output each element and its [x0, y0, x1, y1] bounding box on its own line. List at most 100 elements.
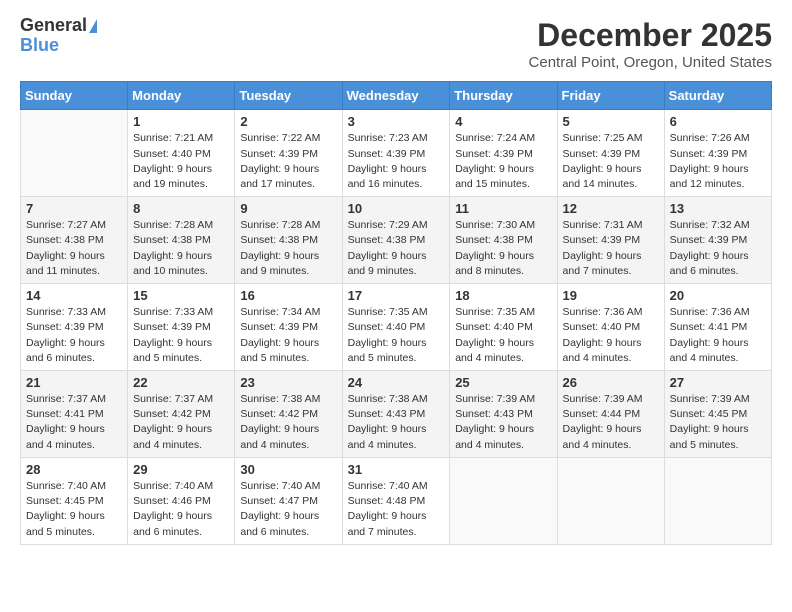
- weekday-header-row: SundayMondayTuesdayWednesdayThursdayFrid…: [21, 82, 772, 110]
- day-number: 7: [26, 201, 122, 216]
- calendar-cell: 15 Sunrise: 7:33 AM Sunset: 4:39 PM Dayli…: [128, 284, 235, 371]
- calendar-cell: 20 Sunrise: 7:36 AM Sunset: 4:41 PM Dayli…: [664, 284, 771, 371]
- day-info: Sunrise: 7:39 AM Sunset: 4:44 PM Dayligh…: [563, 392, 659, 453]
- calendar-cell: 9Sunrise: 7:28 AM Sunset: 4:38 PM Daylig…: [235, 197, 342, 284]
- calendar-cell: 19Sunrise: 7:36 AM Sunset: 4:40 PM Dayli…: [557, 284, 664, 371]
- day-number: 9: [240, 201, 336, 216]
- title-area: December 2025 Central Point, Oregon, Uni…: [529, 16, 772, 71]
- day-info: Sunrise: 7:28 AM Sunset: 4:38 PM Dayligh…: [133, 218, 229, 279]
- day-number: 23: [240, 375, 336, 390]
- logo-general-text: General: [20, 16, 87, 36]
- day-info: Sunrise: 7:38 AM Sunset: 4:43 PM Dayligh…: [348, 392, 445, 453]
- calendar-cell: 3 Sunrise: 7:23 AM Sunset: 4:39 PM Daylig…: [342, 110, 450, 197]
- day-info: Sunrise: 7:22 AM Sunset: 4:39 PM Dayligh…: [240, 131, 336, 192]
- day-info: Sunrise: 7:40 AM Sunset: 4:45 PM Dayligh…: [26, 479, 122, 540]
- day-info: Sunrise: 7:23 AM Sunset: 4:39 PM Dayligh…: [348, 131, 445, 192]
- day-number: 17: [348, 288, 445, 303]
- calendar-cell: 13 Sunrise: 7:32 AM Sunset: 4:39 PM Dayli…: [664, 197, 771, 284]
- calendar-cell: [450, 457, 557, 544]
- day-number: 5: [563, 114, 659, 129]
- day-number: 2: [240, 114, 336, 129]
- day-info: Sunrise: 7:35 AM Sunset: 4:40 PM Dayligh…: [348, 305, 445, 366]
- calendar-cell: 25 Sunrise: 7:39 AM Sunset: 4:43 PM Dayli…: [450, 371, 557, 458]
- calendar-cell: 31 Sunrise: 7:40 AM Sunset: 4:48 PM Dayli…: [342, 457, 450, 544]
- day-info: Sunrise: 7:32 AM Sunset: 4:39 PM Dayligh…: [670, 218, 766, 279]
- calendar-cell: 4 Sunrise: 7:24 AM Sunset: 4:39 PM Daylig…: [450, 110, 557, 197]
- calendar-week-row: 1 Sunrise: 7:21 AM Sunset: 4:40 PM Daylig…: [21, 110, 772, 197]
- day-info: Sunrise: 7:37 AM Sunset: 4:41 PM Dayligh…: [26, 392, 122, 453]
- calendar-week-row: 7 Sunrise: 7:27 AM Sunset: 4:38 PM Daylig…: [21, 197, 772, 284]
- day-number: 16: [240, 288, 336, 303]
- calendar-cell: 27 Sunrise: 7:39 AM Sunset: 4:45 PM Dayli…: [664, 371, 771, 458]
- calendar-cell: 2 Sunrise: 7:22 AM Sunset: 4:39 PM Daylig…: [235, 110, 342, 197]
- day-number: 31: [348, 462, 445, 477]
- weekday-header-saturday: Saturday: [664, 82, 771, 110]
- day-info: Sunrise: 7:36 AM Sunset: 4:40 PM Dayligh…: [563, 305, 659, 366]
- calendar-cell: 22 Sunrise: 7:37 AM Sunset: 4:42 PM Dayli…: [128, 371, 235, 458]
- day-number: 13: [670, 201, 766, 216]
- calendar-cell: 6 Sunrise: 7:26 AM Sunset: 4:39 PM Daylig…: [664, 110, 771, 197]
- day-number: 1: [133, 114, 229, 129]
- day-number: 20: [670, 288, 766, 303]
- weekday-header-sunday: Sunday: [21, 82, 128, 110]
- calendar-cell: 29Sunrise: 7:40 AM Sunset: 4:46 PM Dayli…: [128, 457, 235, 544]
- day-number: 26: [563, 375, 659, 390]
- day-info: Sunrise: 7:26 AM Sunset: 4:39 PM Dayligh…: [670, 131, 766, 192]
- month-title: December 2025: [529, 16, 772, 54]
- day-number: 21: [26, 375, 122, 390]
- calendar-cell: 12Sunrise: 7:31 AM Sunset: 4:39 PM Dayli…: [557, 197, 664, 284]
- calendar-cell: 14 Sunrise: 7:33 AM Sunset: 4:39 PM Dayli…: [21, 284, 128, 371]
- day-number: 10: [348, 201, 445, 216]
- day-number: 22: [133, 375, 229, 390]
- day-number: 6: [670, 114, 766, 129]
- day-info: Sunrise: 7:37 AM Sunset: 4:42 PM Dayligh…: [133, 392, 229, 453]
- day-info: Sunrise: 7:40 AM Sunset: 4:48 PM Dayligh…: [348, 479, 445, 540]
- weekday-header-tuesday: Tuesday: [235, 82, 342, 110]
- calendar-cell: 10 Sunrise: 7:29 AM Sunset: 4:38 PM Dayli…: [342, 197, 450, 284]
- day-info: Sunrise: 7:38 AM Sunset: 4:42 PM Dayligh…: [240, 392, 336, 453]
- day-info: Sunrise: 7:29 AM Sunset: 4:38 PM Dayligh…: [348, 218, 445, 279]
- day-info: Sunrise: 7:21 AM Sunset: 4:40 PM Dayligh…: [133, 131, 229, 192]
- location-title: Central Point, Oregon, United States: [529, 54, 772, 71]
- page-header: General Blue December 2025 Central Point…: [20, 16, 772, 71]
- day-number: 15: [133, 288, 229, 303]
- calendar-cell: 5Sunrise: 7:25 AM Sunset: 4:39 PM Daylig…: [557, 110, 664, 197]
- calendar-cell: [557, 457, 664, 544]
- weekday-header-friday: Friday: [557, 82, 664, 110]
- day-number: 27: [670, 375, 766, 390]
- calendar-cell: 30Sunrise: 7:40 AM Sunset: 4:47 PM Dayli…: [235, 457, 342, 544]
- day-info: Sunrise: 7:31 AM Sunset: 4:39 PM Dayligh…: [563, 218, 659, 279]
- day-info: Sunrise: 7:30 AM Sunset: 4:38 PM Dayligh…: [455, 218, 551, 279]
- day-number: 28: [26, 462, 122, 477]
- weekday-header-monday: Monday: [128, 82, 235, 110]
- day-number: 24: [348, 375, 445, 390]
- day-number: 25: [455, 375, 551, 390]
- day-info: Sunrise: 7:35 AM Sunset: 4:40 PM Dayligh…: [455, 305, 551, 366]
- day-info: Sunrise: 7:36 AM Sunset: 4:41 PM Dayligh…: [670, 305, 766, 366]
- calendar-cell: 21 Sunrise: 7:37 AM Sunset: 4:41 PM Dayli…: [21, 371, 128, 458]
- calendar-cell: 23 Sunrise: 7:38 AM Sunset: 4:42 PM Dayli…: [235, 371, 342, 458]
- day-info: Sunrise: 7:24 AM Sunset: 4:39 PM Dayligh…: [455, 131, 551, 192]
- day-info: Sunrise: 7:40 AM Sunset: 4:46 PM Dayligh…: [133, 479, 229, 540]
- calendar-cell: 11 Sunrise: 7:30 AM Sunset: 4:38 PM Dayli…: [450, 197, 557, 284]
- day-info: Sunrise: 7:39 AM Sunset: 4:45 PM Dayligh…: [670, 392, 766, 453]
- day-number: 4: [455, 114, 551, 129]
- day-info: Sunrise: 7:33 AM Sunset: 4:39 PM Dayligh…: [26, 305, 122, 366]
- day-info: Sunrise: 7:33 AM Sunset: 4:39 PM Dayligh…: [133, 305, 229, 366]
- day-number: 30: [240, 462, 336, 477]
- calendar-cell: 18 Sunrise: 7:35 AM Sunset: 4:40 PM Dayli…: [450, 284, 557, 371]
- day-info: Sunrise: 7:27 AM Sunset: 4:38 PM Dayligh…: [26, 218, 122, 279]
- day-info: Sunrise: 7:39 AM Sunset: 4:43 PM Dayligh…: [455, 392, 551, 453]
- weekday-header-wednesday: Wednesday: [342, 82, 450, 110]
- calendar-cell: 17 Sunrise: 7:35 AM Sunset: 4:40 PM Dayli…: [342, 284, 450, 371]
- calendar-cell: [664, 457, 771, 544]
- logo-icon: [89, 19, 97, 33]
- day-number: 14: [26, 288, 122, 303]
- day-number: 3: [348, 114, 445, 129]
- day-number: 18: [455, 288, 551, 303]
- day-number: 11: [455, 201, 551, 216]
- calendar-cell: 28 Sunrise: 7:40 AM Sunset: 4:45 PM Dayli…: [21, 457, 128, 544]
- logo-blue-text: Blue: [20, 36, 59, 56]
- weekday-header-thursday: Thursday: [450, 82, 557, 110]
- calendar-week-row: 21 Sunrise: 7:37 AM Sunset: 4:41 PM Dayli…: [21, 371, 772, 458]
